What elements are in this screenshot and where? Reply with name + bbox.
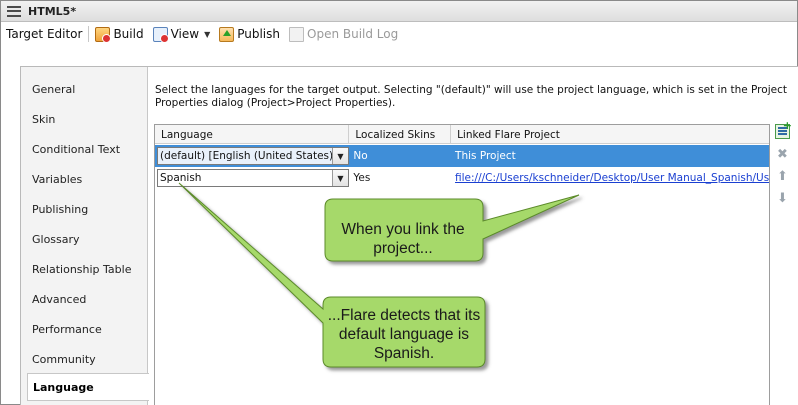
document-title: HTML5*	[28, 4, 77, 18]
tab-title-bar[interactable]: HTML5*	[1, 1, 797, 22]
add-language-icon[interactable]	[775, 119, 792, 139]
view-button[interactable]: View ▼	[152, 26, 210, 43]
target-editor-label: Target Editor	[6, 27, 83, 41]
sidebar-item-advanced[interactable]: Advanced	[27, 285, 148, 313]
move-up-icon[interactable]: ⬆	[775, 169, 790, 184]
sidebar-item-general[interactable]: General	[27, 75, 148, 103]
build-label: Build	[113, 27, 144, 41]
localized-skins-cell[interactable]: Yes	[349, 167, 451, 189]
sidebar-item-label: Skin	[32, 112, 56, 126]
language-select-value: (default) [English (United States)]	[160, 150, 332, 162]
chevron-down-icon[interactable]: ▼	[332, 170, 348, 186]
sidebar-item-label: Publishing	[32, 202, 89, 216]
sidebar-item-label: Relationship Table	[32, 262, 132, 276]
target-editor-toolbar: Target Editor Build View ▼ Publish Open …	[1, 22, 797, 46]
callout-text-detect: ...Flare detects that its default langua…	[327, 307, 481, 362]
localized-skins-cell[interactable]: No	[349, 145, 451, 167]
linked-project-cell[interactable]: This Project	[451, 145, 769, 167]
sidebar-item-label: Glossary	[32, 232, 80, 246]
grid-header: Language Localized Skins Linked Flare Pr…	[155, 125, 769, 144]
sidebar-item-language[interactable]: Language	[27, 373, 149, 401]
publish-icon	[219, 26, 235, 42]
sidebar-item-label: Variables	[32, 172, 83, 186]
build-log-icon	[289, 26, 304, 42]
sidebar-item-label: Language	[33, 380, 94, 394]
sidebar-item-relationship-table[interactable]: Relationship Table	[27, 255, 148, 283]
sidebar-item-label: Community	[32, 352, 96, 366]
language-cell: Spanish ▼	[155, 167, 349, 189]
publish-button[interactable]: Publish	[219, 26, 280, 42]
column-header-localized-skins[interactable]: Localized Skins	[349, 125, 452, 144]
sidebar-item-skin[interactable]: Skin	[27, 105, 148, 133]
sidebar-item-label: Performance	[32, 322, 102, 336]
move-down-icon[interactable]: ⬇	[775, 191, 790, 206]
table-row[interactable]: Spanish ▼ Yes file:///C:/Users/kschneide…	[155, 167, 769, 189]
chevron-down-icon[interactable]: ▼	[332, 148, 348, 164]
sidebar-item-publishing[interactable]: Publishing	[27, 195, 148, 223]
language-description: Select the languages for the target outp…	[155, 84, 787, 109]
linked-project-cell[interactable]: file:///C:/Users/kschneider/Desktop/User…	[451, 167, 769, 189]
sidebar-item-conditional-text[interactable]: Conditional Text	[27, 135, 148, 163]
publish-label: Publish	[237, 27, 280, 41]
sidebar-item-label: General	[32, 82, 76, 96]
sidebar-item-glossary[interactable]: Glossary	[27, 225, 148, 253]
view-icon	[152, 26, 169, 43]
open-build-log-label: Open Build Log	[307, 27, 399, 41]
build-button[interactable]: Build	[95, 26, 144, 43]
delete-icon[interactable]: ✖	[775, 147, 790, 162]
open-build-log-button[interactable]: Open Build Log	[289, 26, 399, 42]
callout-text-link: When you link the project...	[341, 221, 465, 257]
column-header-language[interactable]: Language	[155, 125, 350, 144]
chevron-down-icon[interactable]: ▼	[204, 30, 210, 39]
sidebar-item-variables[interactable]: Variables	[27, 165, 148, 193]
settings-sidebar: General Skin Conditional Text Variables …	[21, 67, 149, 405]
sidebar-item-performance[interactable]: Performance	[27, 315, 148, 343]
linked-project-link[interactable]: file:///C:/Users/kschneider/Desktop/User…	[455, 172, 769, 184]
sidebar-item-community[interactable]: Community	[27, 345, 148, 373]
toolbar-divider	[88, 26, 90, 42]
column-header-linked-flare-project[interactable]: Linked Flare Project	[451, 125, 769, 144]
language-select-value: Spanish	[160, 172, 202, 184]
language-select[interactable]: (default) [English (United States)] ▼	[157, 147, 349, 165]
language-select[interactable]: Spanish ▼	[157, 169, 349, 187]
sidebar-item-label: Conditional Text	[32, 142, 121, 156]
language-cell: (default) [English (United States)] ▼	[155, 145, 349, 167]
table-row[interactable]: (default) [English (United States)] ▼ No…	[155, 145, 769, 167]
build-icon	[95, 26, 112, 43]
menu-icon[interactable]	[7, 5, 21, 17]
sidebar-item-label: Advanced	[32, 292, 87, 306]
view-label: View	[170, 27, 200, 41]
